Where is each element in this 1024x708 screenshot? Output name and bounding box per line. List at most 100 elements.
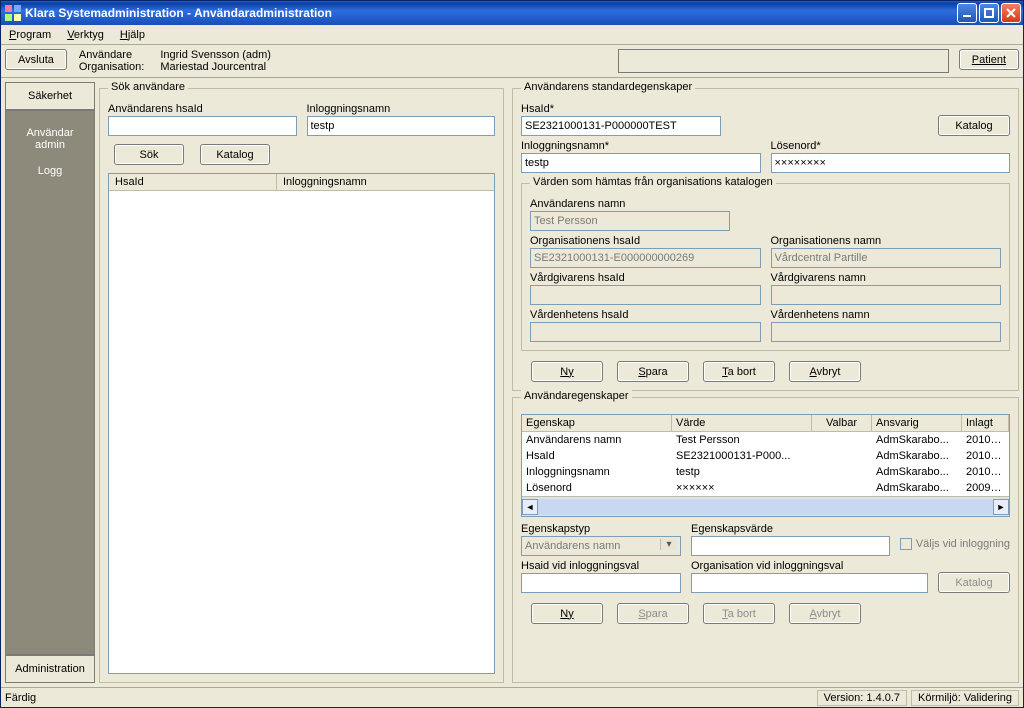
table-row[interactable]: HsaIdSE2321000131-P000...AdmSkarabo...20…: [522, 448, 1009, 464]
venamn-label: Vårdenhetens namn: [771, 309, 1002, 321]
std-legend: Användarens standardegenskaper: [521, 81, 695, 93]
search-hsaid-label: Användarens hsaId: [108, 103, 297, 115]
top-bar: Avsluta Användare Ingrid Svensson (adm) …: [1, 45, 1023, 78]
props-ny-button[interactable]: Ny: [531, 603, 603, 624]
anvnamn-label: Användarens namn: [530, 198, 730, 210]
user-value: Ingrid Svensson (adm): [160, 49, 271, 61]
results-col-login[interactable]: Inloggningsnamn: [277, 174, 494, 190]
props-table[interactable]: Egenskap Värde Valbar Ansvarig Inlagt An…: [521, 414, 1010, 517]
sok-button[interactable]: Sök: [114, 144, 184, 165]
orgnamn-input: [771, 248, 1002, 268]
side-panel: Användar admin Logg: [5, 110, 95, 655]
vgnamn-input: [771, 285, 1002, 305]
app-window: Klara Systemadministration - Användaradm…: [0, 0, 1024, 708]
col-inlagt[interactable]: Inlagt: [962, 415, 1009, 431]
results-col-hsaid[interactable]: HsaId: [109, 174, 277, 190]
anvnamn-input: [530, 211, 730, 231]
window-title: Klara Systemadministration - Användaradm…: [25, 6, 332, 20]
main-area: Säkerhet Användar admin Logg Administrat…: [1, 78, 1023, 687]
venamn-input: [771, 322, 1002, 342]
vgnamn-label: Vårdgivarens namn: [771, 272, 1002, 284]
props-scrollbar[interactable]: ◄ ►: [522, 496, 1009, 516]
content: Sök användare Användarens hsaId Inloggni…: [99, 82, 1019, 683]
maximize-button[interactable]: [979, 3, 999, 23]
status-bar: Färdig Version: 1.4.0.7 Körmiljö: Valide…: [1, 687, 1023, 707]
search-results[interactable]: HsaId Inloggningsnamn: [108, 173, 495, 674]
col-egenskap[interactable]: Egenskap: [522, 415, 672, 431]
search-hsaid-input[interactable]: [108, 116, 297, 136]
std-spara-button[interactable]: Spara: [617, 361, 689, 382]
search-legend: Sök användare: [108, 81, 188, 93]
props-legend: Användaregenskaper: [521, 390, 632, 402]
std-pwd-input[interactable]: [771, 153, 1011, 173]
checkbox-box-icon: [900, 538, 912, 550]
menu-bar: Program Verktyg Hjälp: [1, 25, 1023, 45]
vehsa-label: Vårdenhetens hsaId: [530, 309, 761, 321]
search-login-label: Inloggningsnamn: [307, 103, 496, 115]
col-valbar[interactable]: Valbar: [822, 415, 872, 431]
egenskapstyp-select[interactable]: Användarens namn: [521, 536, 681, 556]
user-label: Användare: [79, 49, 144, 61]
col-varde[interactable]: Värde: [672, 415, 812, 431]
egenskapsvarde-label: Egenskapsvärde: [691, 523, 890, 535]
std-pwd-label: Lösenord*: [771, 140, 1011, 152]
hsaidlogin-input[interactable]: [521, 573, 681, 593]
status-ready: Färdig: [5, 692, 36, 704]
vehsa-input: [530, 322, 761, 342]
close-button[interactable]: [1001, 3, 1021, 23]
menu-verktyg[interactable]: Verktyg: [65, 27, 106, 43]
user-info: Användare Ingrid Svensson (adm) Organisa…: [73, 49, 277, 73]
std-tabort-button[interactable]: Ta bort: [703, 361, 775, 382]
org-label: Organisation:: [79, 61, 144, 73]
std-login-label: Inloggningsnamn*: [521, 140, 761, 152]
orgnamn-label: Organisationens namn: [771, 235, 1002, 247]
menu-hjalp[interactable]: Hjälp: [118, 27, 147, 43]
side-tab-administration[interactable]: Administration: [5, 655, 95, 683]
std-ny-button[interactable]: Ny: [531, 361, 603, 382]
table-row[interactable]: Lösenord××××××AdmSkarabo...2009-09-02: [522, 480, 1009, 496]
katalog-button-std[interactable]: Katalog: [938, 115, 1010, 136]
scroll-right-icon[interactable]: ►: [993, 499, 1009, 515]
hsaidlogin-label: Hsaid vid inloggningsval: [521, 560, 681, 572]
std-login-input[interactable]: [521, 153, 761, 173]
patient-search-box[interactable]: [618, 49, 949, 73]
search-login-input[interactable]: [307, 116, 496, 136]
orgvals-legend: Värden som hämtas från organisations kat…: [530, 176, 776, 188]
table-row[interactable]: Användarens namnTest PerssonAdmSkarabo..…: [522, 432, 1009, 448]
search-group: Sök användare Användarens hsaId Inloggni…: [99, 88, 504, 683]
side-item-logg[interactable]: Logg: [10, 165, 90, 177]
props-avbryt-button[interactable]: Avbryt: [789, 603, 861, 624]
katalog-button-props[interactable]: Katalog: [938, 572, 1010, 593]
table-row[interactable]: InloggningsnamntestpAdmSkarabo...2010-10…: [522, 464, 1009, 480]
org-value: Mariestad Jourcentral: [160, 61, 271, 73]
egenskapsvarde-input[interactable]: [691, 536, 890, 556]
props-spara-button[interactable]: Spara: [617, 603, 689, 624]
minimize-button[interactable]: [957, 3, 977, 23]
std-hsaid-label: HsaId*: [521, 103, 721, 115]
std-hsaid-input[interactable]: [521, 116, 721, 136]
katalog-button-search[interactable]: Katalog: [200, 144, 270, 165]
std-avbryt-button[interactable]: Avbryt: [789, 361, 861, 382]
side-nav: Säkerhet Användar admin Logg Administrat…: [5, 82, 95, 683]
menu-program[interactable]: Program: [7, 27, 53, 43]
vghsa-input: [530, 285, 761, 305]
std-group: Användarens standardegenskaper HsaId* Ka…: [512, 88, 1019, 391]
scroll-left-icon[interactable]: ◄: [522, 499, 538, 515]
orghsa-input: [530, 248, 761, 268]
props-tabort-button[interactable]: Ta bort: [703, 603, 775, 624]
orgvals-group: Värden som hämtas från organisations kat…: [521, 183, 1010, 351]
side-tab-sakerhet[interactable]: Säkerhet: [5, 82, 95, 110]
valj-checkbox[interactable]: Väljs vid inloggning: [900, 538, 1010, 550]
col-ansvarig[interactable]: Ansvarig: [872, 415, 962, 431]
side-item-anvandar-admin[interactable]: Användar admin: [10, 127, 90, 151]
status-version: Version: 1.4.0.7: [817, 690, 907, 706]
egenskapstyp-label: Egenskapstyp: [521, 523, 681, 535]
title-bar: Klara Systemadministration - Användaradm…: [1, 1, 1023, 25]
vghsa-label: Vårdgivarens hsaId: [530, 272, 761, 284]
orglogin-input[interactable]: [691, 573, 928, 593]
avsluta-button[interactable]: Avsluta: [5, 49, 67, 70]
patient-button[interactable]: Patient: [959, 49, 1019, 70]
orghsa-label: Organisationens hsaId: [530, 235, 761, 247]
props-group: Användaregenskaper Egenskap Värde Valbar…: [512, 397, 1019, 683]
orglogin-label: Organisation vid inloggningsval: [691, 560, 928, 572]
